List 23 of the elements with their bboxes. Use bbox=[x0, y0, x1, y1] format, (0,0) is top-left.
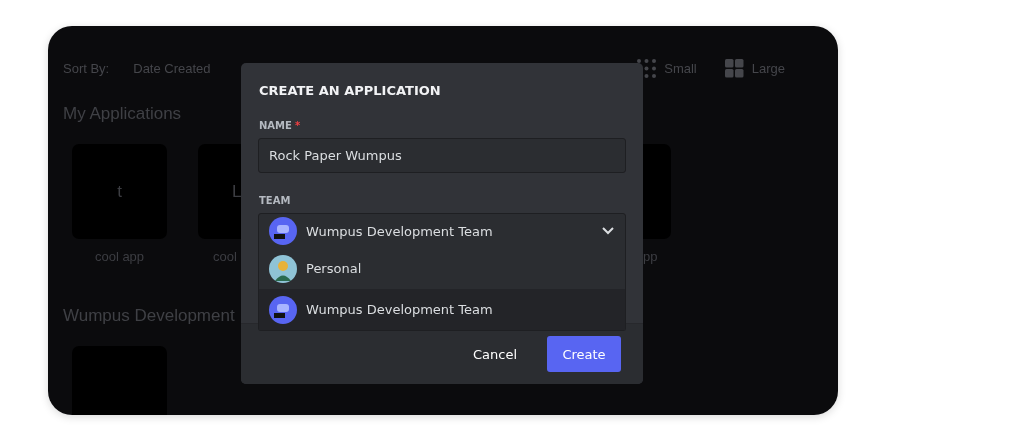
avatar bbox=[269, 217, 297, 245]
avatar bbox=[269, 254, 297, 283]
name-input-field[interactable]: Rock Paper Wumpus bbox=[258, 138, 626, 173]
app-initials: L bbox=[232, 181, 242, 202]
large-grid-icon bbox=[724, 58, 744, 78]
option-label: Personal bbox=[306, 261, 362, 276]
team-option[interactable]: Wumpus Development Team bbox=[259, 289, 625, 330]
section-title: My Applications bbox=[63, 104, 182, 124]
app-tile[interactable] bbox=[72, 346, 167, 415]
sort-label: Sort By: bbox=[63, 60, 110, 76]
dialog-title: CREATE AN APPLICATION bbox=[259, 83, 442, 98]
selected-team: Wumpus Development Team bbox=[306, 223, 494, 239]
avatar bbox=[269, 295, 297, 324]
field-label: NAME bbox=[259, 120, 292, 131]
app-initials: t bbox=[117, 181, 122, 202]
field-label: TEAM bbox=[259, 195, 291, 206]
create-button[interactable]: Create bbox=[547, 336, 621, 372]
team-select[interactable]: Wumpus Development Team bbox=[258, 213, 626, 249]
section-title: Wumpus Development bbox=[63, 306, 235, 326]
option-label: Wumpus Development Team bbox=[306, 302, 493, 317]
team-option[interactable]: Personal bbox=[259, 248, 625, 289]
required-asterisk: * bbox=[294, 120, 301, 131]
cancel-button[interactable]: Cancel bbox=[452, 336, 537, 372]
